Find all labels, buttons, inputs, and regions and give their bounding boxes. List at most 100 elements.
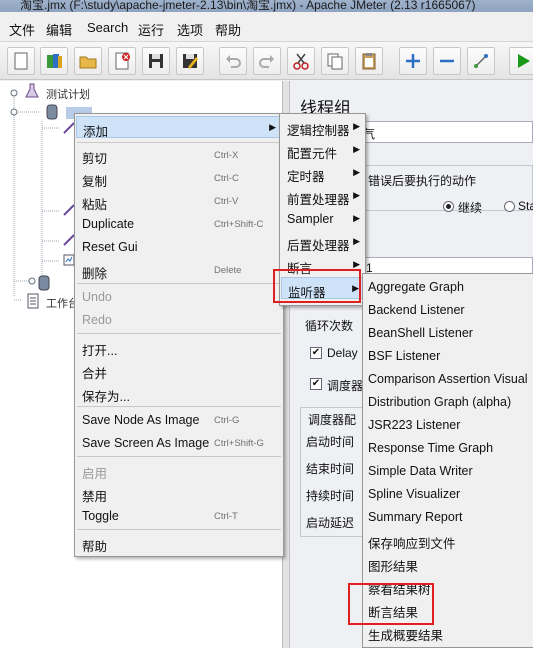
window-title: 淘宝.jmx (F:\study\apache-jmeter-2.13\bin\… — [20, 0, 476, 12]
context-menu: 添加 ▶ 剪切 Ctrl-X 复制 Ctrl-C 粘贴 Ctrl-V Dupli… — [74, 113, 284, 557]
save-icon[interactable] — [142, 47, 170, 75]
annotation-highlight-listener — [273, 269, 361, 303]
continue-radio[interactable] — [443, 201, 454, 212]
menu-item-add[interactable]: 添加 ▶ — [76, 116, 282, 139]
menu-item-copy[interactable]: 复制 Ctrl-C — [76, 167, 282, 189]
delay-label: Delay — [327, 346, 358, 360]
tree-node-test-plan[interactable]: 测试计划 — [46, 86, 90, 102]
templates-icon[interactable] — [40, 47, 68, 75]
menu-item-enable[interactable]: 启用 — [76, 459, 282, 481]
startup-delay-label: 启动延迟 — [306, 516, 355, 530]
undo-icon[interactable] — [219, 47, 247, 75]
listener-simple-data-writer[interactable]: Simple Data Writer — [368, 464, 473, 478]
scheduler-label: 调度器 — [327, 379, 364, 393]
menu-item-help[interactable]: 帮助 — [76, 532, 282, 554]
listener-graph-results[interactable]: 图形结果 — [368, 556, 418, 575]
menu-item-paste[interactable]: 粘贴 Ctrl-V — [76, 190, 282, 212]
menu-separator — [77, 333, 281, 334]
menu-item-merge[interactable]: 合并 — [76, 359, 282, 381]
menu-item-cut[interactable]: 剪切 Ctrl-X — [76, 144, 282, 166]
start-next-radio-label: Sta — [518, 199, 533, 213]
submenu-arrow-icon: ▶ — [353, 121, 360, 131]
listener-summary-report[interactable]: Summary Report — [368, 510, 462, 524]
menu-item-open[interactable]: 打开... — [76, 336, 282, 358]
menu-item-toggle[interactable]: Toggle Ctrl-T — [76, 505, 282, 527]
submenu-arrow-icon: ▶ — [353, 236, 360, 246]
menu-separator — [77, 142, 281, 143]
menu-item-save-as[interactable]: 保存为... — [76, 382, 282, 404]
listener-beanshell[interactable]: BeanShell Listener — [368, 326, 473, 340]
listener-summary-generator[interactable]: 生成概要结果 — [368, 625, 443, 644]
menu-item-undo[interactable]: Undo — [76, 286, 282, 308]
menu-help[interactable]: 帮助 — [215, 20, 241, 39]
menu-run[interactable]: 运行 — [138, 20, 164, 39]
menu-options[interactable]: 选项 — [177, 20, 203, 39]
submenu-item-timer[interactable]: 定时器 ▶ — [281, 162, 364, 184]
window-title-bar: 淘宝.jmx (F:\study\apache-jmeter-2.13\bin\… — [0, 0, 533, 12]
submenu-item-post-processor[interactable]: 后置处理器 ▶ — [281, 231, 364, 253]
name-field[interactable]: 气 — [360, 121, 533, 143]
submenu-arrow-icon: ▶ — [353, 144, 360, 154]
duration-label: 持续时间 — [306, 489, 355, 503]
menu-file[interactable]: 文件 — [9, 20, 35, 39]
menu-item-save-screen-image[interactable]: Save Screen As Image Ctrl+Shift-G — [76, 432, 282, 454]
menu-separator — [77, 406, 281, 407]
listener-save-responses[interactable]: 保存响应到文件 — [368, 533, 456, 552]
scheduler-config-label: 调度器配 — [308, 411, 357, 428]
menu-bar: 文件 编辑 Search 运行 选项 帮助 — [0, 12, 533, 42]
toolbar — [0, 42, 533, 80]
listener-distribution-graph[interactable]: Distribution Graph (alpha) — [368, 395, 511, 409]
menu-separator — [77, 456, 281, 457]
menu-item-disable[interactable]: 禁用 — [76, 482, 282, 504]
thread-group-icon — [46, 104, 58, 120]
submenu-item-pre-processor[interactable]: 前置处理器 ▶ — [281, 185, 364, 207]
scheduler-checkbox[interactable]: ✔ — [310, 378, 322, 390]
paste-icon[interactable] — [355, 47, 383, 75]
collapse-icon[interactable] — [433, 47, 461, 75]
listener-response-time-graph[interactable]: Response Time Graph — [368, 441, 493, 455]
loop-count-label: 循环次数 — [305, 319, 354, 333]
cut-icon[interactable] — [287, 47, 315, 75]
end-time-label: 结束时间 — [306, 462, 355, 476]
expand-icon[interactable] — [399, 47, 427, 75]
menu-separator — [77, 529, 281, 530]
delay-checkbox[interactable]: ✔ — [310, 347, 322, 359]
menu-item-reset-gui[interactable]: Reset Gui — [76, 236, 282, 258]
submenu-arrow-icon: ▶ — [353, 213, 360, 223]
continue-radio-label: 继续 — [458, 201, 483, 215]
redo-icon[interactable] — [253, 47, 281, 75]
listener-aggregate-graph[interactable]: Aggregate Graph — [368, 280, 464, 294]
menu-separator — [77, 283, 281, 284]
menu-item-duplicate[interactable]: Duplicate Ctrl+Shift-C — [76, 213, 282, 235]
menu-item-delete[interactable]: 删除 Delete — [76, 259, 282, 281]
listener-backend[interactable]: Backend Listener — [368, 303, 465, 317]
toggle-icon[interactable] — [467, 47, 495, 75]
start-next-radio[interactable] — [504, 201, 515, 212]
menu-item-redo[interactable]: Redo — [76, 309, 282, 331]
error-action-label: 错误后要执行的动作 — [368, 172, 477, 189]
listener-bsf[interactable]: BSF Listener — [368, 349, 440, 363]
listener-spline-visualizer[interactable]: Spline Visualizer — [368, 487, 460, 501]
submenu-item-logic-controller[interactable]: 逻辑控制器 ▶ — [281, 116, 364, 138]
annotation-highlight-assertion-results — [348, 583, 434, 625]
open-icon[interactable] — [74, 47, 102, 75]
save-as-icon[interactable] — [176, 47, 204, 75]
submenu-arrow-icon: ▶ — [269, 122, 276, 132]
new-icon[interactable] — [7, 47, 35, 75]
start-icon[interactable] — [509, 47, 533, 75]
listener-comparison-assertion[interactable]: Comparison Assertion Visual — [368, 372, 528, 386]
start-time-label: 启动时间 — [306, 435, 355, 449]
submenu-arrow-icon: ▶ — [353, 167, 360, 177]
copy-icon[interactable] — [321, 47, 349, 75]
close-icon[interactable] — [108, 47, 136, 75]
workbench-icon — [27, 293, 39, 309]
submenu-arrow-icon: ▶ — [353, 190, 360, 200]
menu-search[interactable]: Search — [87, 20, 128, 35]
menu-edit[interactable]: 编辑 — [46, 20, 72, 39]
submenu-item-sampler[interactable]: Sampler ▶ — [281, 208, 364, 230]
thread-group-icon — [38, 275, 50, 291]
menu-item-save-node-image[interactable]: Save Node As Image Ctrl-G — [76, 409, 282, 431]
flask-icon — [25, 83, 39, 98]
submenu-item-config-element[interactable]: 配置元件 ▶ — [281, 139, 364, 161]
listener-jsr223[interactable]: JSR223 Listener — [368, 418, 460, 432]
